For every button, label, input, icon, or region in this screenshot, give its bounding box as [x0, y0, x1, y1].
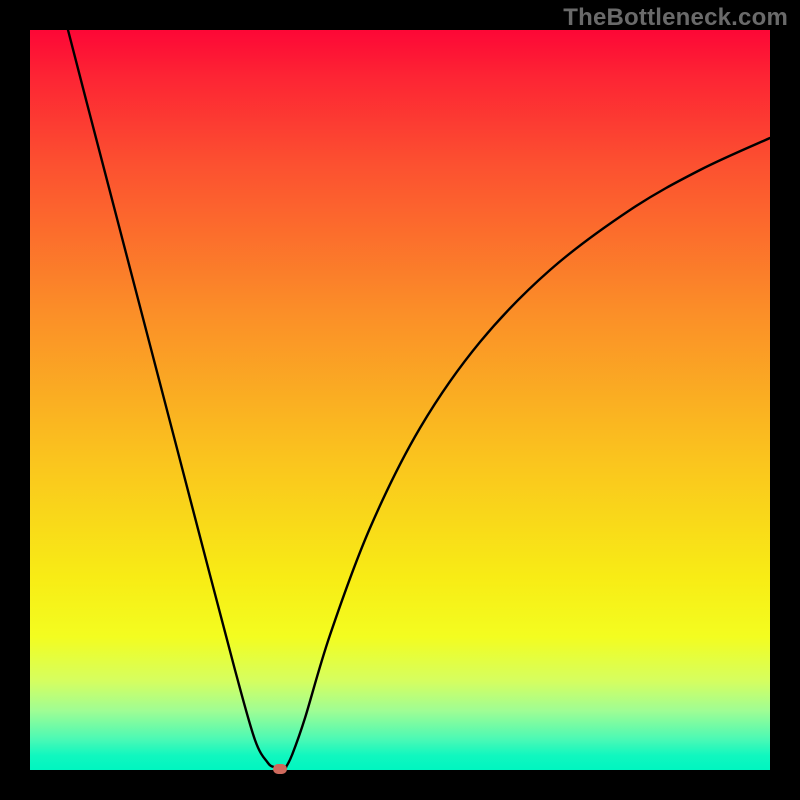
- curve-path: [68, 30, 770, 769]
- attribution-label: TheBottleneck.com: [563, 4, 788, 32]
- bottleneck-curve: [30, 30, 770, 770]
- chart-frame: TheBottleneck.com: [0, 0, 800, 800]
- minimum-marker: [273, 764, 287, 774]
- plot-area: [30, 30, 770, 770]
